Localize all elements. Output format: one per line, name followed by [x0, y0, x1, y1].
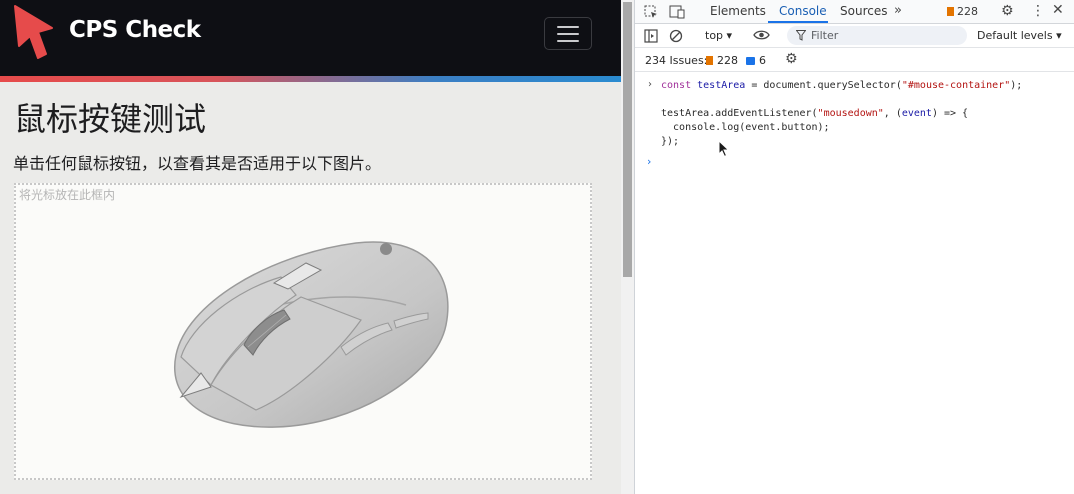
mouse-test-area[interactable]: 将光标放在此框内 [14, 183, 592, 480]
more-options-icon[interactable]: ⋮ [1031, 4, 1045, 18]
hamburger-line [557, 25, 579, 28]
more-tabs-icon[interactable]: » [894, 4, 902, 18]
page-title: 鼠标按键测试 [14, 100, 207, 138]
issues-bar: 234 Issues: 228 6 ⚙ [635, 48, 1074, 72]
inspect-element-icon[interactable] [644, 5, 658, 23]
code-line-4: }); [661, 136, 680, 147]
device-toolbar-icon[interactable] [669, 5, 685, 23]
area-hint-text: 将光标放在此框内 [19, 188, 116, 202]
devtools-tabbar: Elements Console Sources » 228 ⚙ ⋮ ✕ [635, 0, 1074, 24]
log-levels-dropdown[interactable]: Default levels ▾ [977, 29, 1062, 42]
tab-console[interactable]: Console [779, 4, 827, 18]
code-line-3: console.log(event.button); [661, 122, 830, 133]
issues-warning-count[interactable]: 228 [706, 54, 738, 67]
clear-console-icon[interactable] [669, 29, 683, 47]
filter-placeholder: Filter [811, 29, 839, 42]
cursor-logo-icon[interactable] [12, 2, 58, 64]
mouse-image [173, 241, 449, 428]
warning-count: 228 [717, 54, 738, 67]
message-icon [746, 57, 755, 65]
page-scrollbar-thumb[interactable] [623, 2, 632, 277]
console-prompt-icon[interactable]: › [647, 155, 651, 168]
sidebar-toggle-icon[interactable] [644, 29, 658, 47]
eye-icon[interactable] [753, 28, 770, 46]
code-line-2: testArea.addEventListener("mousedown", (… [661, 108, 969, 119]
issues-badge-count: 228 [957, 5, 978, 18]
navbar-accent-stripe [0, 76, 621, 82]
prompt-chevron-icon: › [648, 79, 652, 90]
close-devtools-icon[interactable]: ✕ [1052, 3, 1064, 17]
console-settings-icon[interactable]: ⚙ [785, 52, 798, 66]
brand-name[interactable]: CPS Check [69, 17, 201, 43]
hamburger-menu-button[interactable] [544, 17, 592, 50]
warning-flag-icon [947, 7, 954, 16]
context-selector[interactable]: top ▾ [705, 29, 732, 42]
tab-elements[interactable]: Elements [710, 4, 766, 18]
code-line-1: const testArea = document.querySelector(… [661, 80, 1023, 91]
console-toolbar: top ▾ Filter Default levels ▾ [635, 24, 1074, 48]
settings-gear-icon[interactable]: ⚙ [1001, 4, 1014, 18]
page-description: 单击任何鼠标按钮，以查看其是否适用于以下图片。 [13, 154, 382, 173]
page-scrollbar[interactable] [621, 0, 634, 494]
web-page: CPS Check 鼠标按键测试 单击任何鼠标按钮，以查看其是否适用于以下图片。… [0, 0, 634, 494]
tab-sources[interactable]: Sources [840, 4, 887, 18]
mouse-pointer-icon [718, 140, 730, 158]
warning-flag-icon [706, 56, 713, 65]
filter-icon [795, 30, 807, 45]
devtools-panel: Elements Console Sources » 228 ⚙ ⋮ ✕ top… [634, 0, 1074, 494]
hamburger-line [557, 32, 579, 35]
issues-badge[interactable]: 228 [947, 5, 978, 18]
navbar: CPS Check [0, 0, 621, 76]
issues-label[interactable]: 234 Issues: [645, 54, 707, 67]
hamburger-line [557, 39, 579, 42]
message-count: 6 [759, 54, 766, 67]
console-filter-input[interactable]: Filter [787, 26, 967, 45]
issues-message-count[interactable]: 6 [746, 54, 766, 67]
console-output[interactable]: › const testArea = document.querySelecto… [635, 73, 1074, 494]
active-tab-indicator [768, 21, 828, 23]
